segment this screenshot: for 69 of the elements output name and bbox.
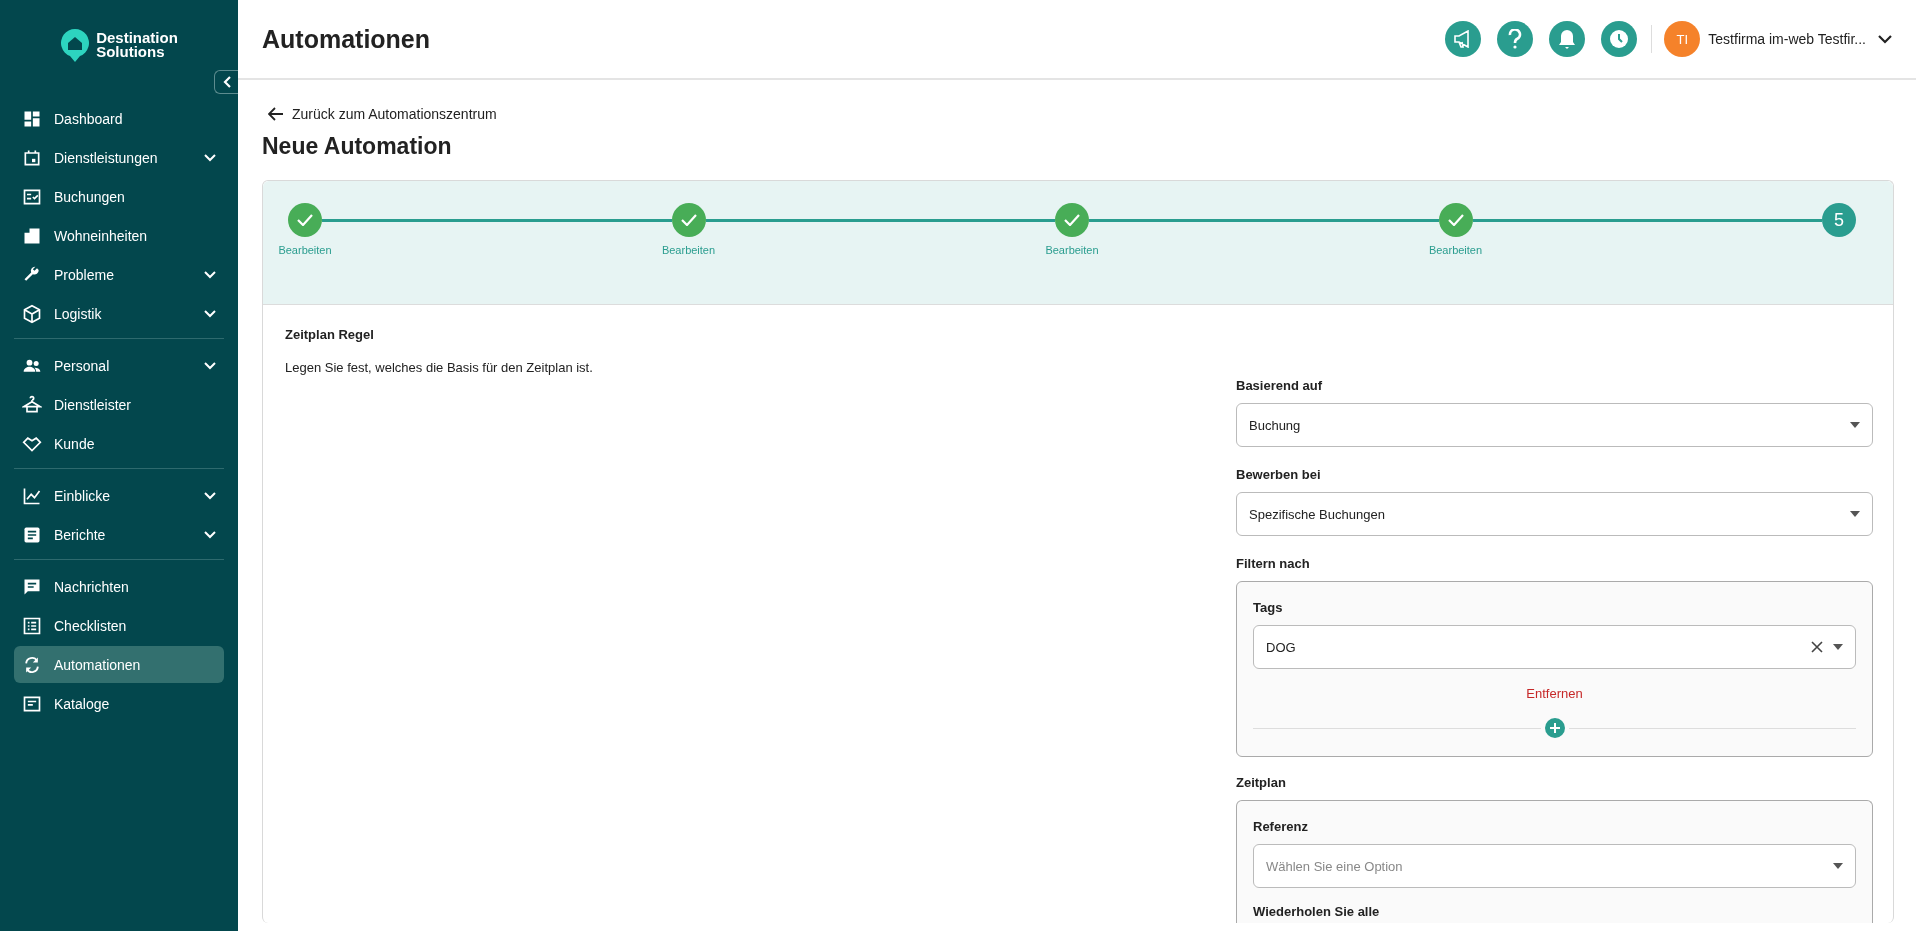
sidebar-item[interactable]: Nachrichten — [14, 568, 224, 605]
dropdown-caret-icon — [1850, 422, 1860, 428]
back-link[interactable]: Zurück zum Automationszentrum — [268, 106, 497, 122]
field-label: Filtern nach — [1236, 556, 1311, 571]
step-label: Bearbeiten — [661, 244, 716, 256]
step-indicator[interactable] — [288, 203, 322, 237]
field-label: Bewerben bei — [1236, 467, 1322, 482]
field-label: Basierend auf — [1236, 378, 1323, 393]
checkmark-icon — [297, 214, 313, 226]
sidebar-item[interactable]: Dienstleistungen — [14, 139, 224, 176]
hanger-icon — [22, 394, 42, 415]
clock-icon — [1609, 29, 1630, 49]
add-filter-button[interactable] — [1544, 718, 1565, 738]
chevron-down-icon[interactable] — [1878, 34, 1892, 44]
sidebar-item[interactable]: Berichte — [14, 516, 224, 553]
step-label: Bearbeiten — [1045, 244, 1099, 256]
plus-icon — [1549, 723, 1560, 733]
field-label: Wiederholen Sie alle — [1253, 904, 1381, 919]
dropdown-caret-icon — [1850, 511, 1860, 517]
logo-icon — [60, 28, 91, 62]
sidebar-item[interactable]: Kataloge — [14, 685, 224, 722]
page-title: Neue Automation — [262, 133, 453, 160]
select-field[interactable]: Buchung — [1236, 403, 1873, 447]
dropdown-caret-icon — [1833, 863, 1843, 869]
collapse-sidebar-button[interactable] — [214, 70, 238, 94]
step-indicator[interactable] — [1055, 203, 1089, 237]
sidebar-item[interactable]: Dienstleister — [14, 386, 224, 423]
sidebar-item[interactable]: Buchungen — [14, 178, 224, 215]
chevron-left-icon — [221, 76, 232, 88]
step-label: Bearbeiten — [278, 244, 332, 256]
sidebar-item[interactable]: Kunde — [14, 425, 224, 462]
sidebar-item[interactable]: Personal — [14, 347, 224, 384]
sync-icon — [22, 654, 42, 675]
checkmark-icon — [1447, 214, 1464, 226]
section-title: Zeitplan Regel — [285, 327, 375, 342]
step-indicator[interactable] — [671, 203, 706, 237]
sidebar-item[interactable]: Dashboard — [14, 100, 224, 137]
field-label: Referenz — [1253, 819, 1309, 834]
step-indicator[interactable] — [1438, 203, 1473, 237]
brand-name: Destination Solutions — [96, 31, 178, 59]
sidebar-item[interactable]: Einblicke — [14, 477, 224, 514]
announcements-button[interactable] — [1445, 21, 1482, 57]
sidebar-item[interactable]: Probleme — [14, 256, 224, 293]
field-label: Tags — [1253, 600, 1284, 615]
notifications-button[interactable] — [1549, 21, 1586, 57]
page-header-title: Automationen — [262, 24, 432, 54]
time-tracking-button[interactable] — [1601, 21, 1638, 57]
field-label: Zeitplan — [1236, 775, 1287, 790]
clear-icon[interactable] — [1811, 641, 1823, 653]
arrow-left-icon — [268, 107, 284, 121]
user-name[interactable]: Testfirma im-web Testfir... — [1708, 31, 1866, 47]
sidebar-item[interactable]: Logistik — [14, 295, 224, 332]
dropdown-caret-icon — [1833, 644, 1843, 650]
question-mark-icon — [1508, 29, 1523, 49]
list-icon — [22, 615, 42, 636]
help-button[interactable] — [1497, 21, 1534, 57]
sidebar-item[interactable]: Automationen — [14, 646, 224, 683]
bell-icon — [1558, 29, 1577, 49]
select-field[interactable]: Spezifische Buchungen — [1236, 492, 1873, 536]
remove-button[interactable]: Entfernen — [1520, 685, 1589, 702]
select-field[interactable]: Wählen Sie eine Option — [1253, 844, 1856, 888]
sidebar-item[interactable]: Checklisten — [14, 607, 224, 644]
select-field[interactable]: DOG — [1253, 625, 1856, 669]
checkmark-icon — [1064, 214, 1080, 226]
section-description: Legen Sie fest, welches die Basis für den Zeitplan ist. — [285, 360, 594, 377]
checkmark-icon — [680, 214, 697, 226]
box-icon — [22, 303, 42, 324]
sidebar-item[interactable]: Wohneinheiten — [14, 217, 224, 254]
step-label: Bearbeiten — [1428, 244, 1483, 256]
